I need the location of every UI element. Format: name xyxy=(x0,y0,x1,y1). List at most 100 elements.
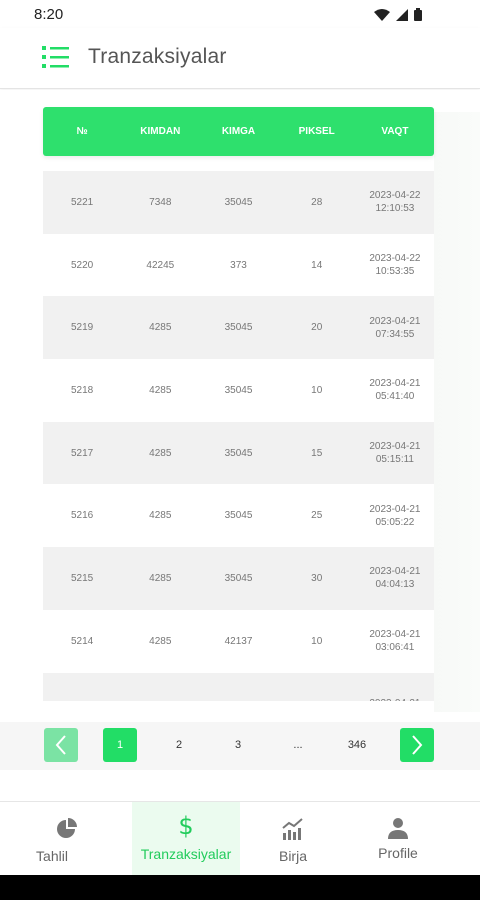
person-icon xyxy=(388,818,408,839)
bottom-navigation: Tahlil $ Tranzaksiyalar Birja Profile xyxy=(0,801,480,876)
cell-number: 5218 xyxy=(70,384,94,396)
cell-pixel: 10 xyxy=(311,384,323,396)
menu-icon[interactable] xyxy=(42,44,70,70)
cell-date-text: 2023-04-22 xyxy=(369,190,421,202)
prev-page-button[interactable] xyxy=(44,728,78,762)
app-bar: Tranzaksiyalar xyxy=(0,28,480,89)
table-row[interactable]: 5219 4285 35045 20 2023-04-21 07:34:55 xyxy=(43,296,434,360)
page-button-3[interactable]: 3 xyxy=(221,728,255,762)
cell-time: 2023-04-21 05:41:40 xyxy=(356,377,434,403)
cell-number: 5221 xyxy=(70,196,94,208)
cell-pixel: 28 xyxy=(311,196,323,208)
cell-time-text: 12:10:53 xyxy=(375,203,415,215)
column-header-from: KIMDAN xyxy=(140,126,181,137)
nav-item-tranzaksiyalar[interactable]: $ Tranzaksiyalar xyxy=(132,802,240,876)
table-row[interactable]: 5217 4285 35045 15 2023-04-21 05:15:11 xyxy=(43,421,434,485)
cell-pixel: 20 xyxy=(311,322,323,334)
cell-date-text: 2023-04-21 xyxy=(369,566,421,578)
cell-to: 35045 xyxy=(224,196,253,208)
nav-item-profile[interactable]: Profile xyxy=(350,802,480,876)
cell-time-text: 05:15:11 xyxy=(375,454,414,466)
chevron-left-icon xyxy=(55,735,66,755)
table-row[interactable]: 5218 4285 35045 10 2023-04-21 05:41:40 xyxy=(43,359,434,422)
table-row[interactable]: 5214 4285 42137 10 2023-04-21 03:06:41 xyxy=(43,610,434,673)
cell-time-text: 03:06:41 xyxy=(375,642,415,654)
cell-time: 2023-04-22 12:10:53 xyxy=(356,189,434,215)
cell-pixel: 30 xyxy=(311,572,323,584)
cell-pixel: 25 xyxy=(311,510,323,522)
cell-date-text: 2023-04-21 xyxy=(369,378,421,390)
cell-to: 35045 xyxy=(224,447,253,459)
page-button-last[interactable]: 346 xyxy=(340,728,374,762)
cell-number: 5214 xyxy=(70,635,94,647)
cell-time-text: 07:34:55 xyxy=(375,328,415,340)
cell-time: 2023-04-21 03:06:41 xyxy=(356,628,434,654)
cell-date-text: 2023-04-21 xyxy=(369,315,421,327)
cell-to: 373 xyxy=(230,259,247,271)
cell-to: 35045 xyxy=(224,384,253,396)
nav-label-tranzaksiyalar: Tranzaksiyalar xyxy=(140,846,232,862)
cell-from: 7348 xyxy=(149,196,172,208)
pagination: 1 2 3 ... 346 xyxy=(0,722,480,770)
status-icons xyxy=(374,8,422,21)
cell-time: 2023-04-21 05:05:22 xyxy=(356,503,434,529)
cell-date-text: 2023-04-21 xyxy=(369,629,421,641)
page-title: Tranzaksiyalar xyxy=(88,45,227,68)
cell-number: 5220 xyxy=(70,259,94,271)
cell-pixel: 15 xyxy=(311,447,323,459)
column-header-pixel: PIKSEL xyxy=(298,126,335,137)
cell-date-text: 2023-04-21 xyxy=(369,441,421,453)
cell-time: 2023-04-22 10:53:35 xyxy=(356,252,434,278)
background-shade xyxy=(434,112,480,712)
transactions-content: № KIMDAN KIMGA PIKSEL VAQT 5221 7348 350… xyxy=(0,90,480,800)
cell-time-text: 10:53:35 xyxy=(375,266,415,278)
cell-pixel: 10 xyxy=(311,635,323,647)
cell-date-text: 2023-04-21 xyxy=(356,697,434,701)
table-header: № KIMDAN KIMGA PIKSEL VAQT xyxy=(43,107,434,156)
status-time: 8:20 xyxy=(34,6,64,23)
column-header-time: VAQT xyxy=(381,126,409,137)
battery-icon xyxy=(414,8,422,21)
table-row[interactable]: 5215 4285 35045 30 2023-04-21 04:04:13 xyxy=(43,547,434,610)
cell-number: 5219 xyxy=(70,322,94,334)
page-ellipsis: ... xyxy=(293,739,303,751)
table-row[interactable]: 2023-04-21 xyxy=(43,672,434,701)
cell-to: 42137 xyxy=(224,635,253,647)
nav-item-tahlil[interactable]: Tahlil xyxy=(0,802,132,876)
cell-from: 4285 xyxy=(149,447,172,459)
table-row[interactable]: 5216 4285 35045 25 2023-04-21 05:05:22 xyxy=(43,484,434,547)
table-row[interactable]: 5221 7348 35045 28 2023-04-22 12:10:53 xyxy=(43,171,434,234)
cell-time: 2023-04-21 05:15:11 xyxy=(356,440,434,466)
system-navigation-bar xyxy=(0,875,480,900)
signal-icon xyxy=(396,8,408,21)
column-header-number: № xyxy=(76,126,88,137)
cell-number: 5217 xyxy=(70,447,94,459)
transactions-table[interactable]: 5221 7348 35045 28 2023-04-22 12:10:53 52… xyxy=(43,171,434,701)
column-header-to: KIMGA xyxy=(221,126,256,137)
dollar-icon: $ xyxy=(178,812,194,840)
cell-from: 4285 xyxy=(149,510,172,522)
status-bar: 8:20 xyxy=(0,0,480,28)
cell-to: 35045 xyxy=(224,322,253,334)
cell-time: 2023-04-21 04:04:13 xyxy=(356,565,434,591)
cell-from: 4285 xyxy=(149,635,172,647)
cell-to: 35045 xyxy=(224,572,253,584)
cell-time: 2023-04-21 07:34:55 xyxy=(356,315,434,341)
cell-from: 4285 xyxy=(149,384,172,396)
table-row[interactable]: 5220 42245 373 14 2023-04-22 10:53:35 xyxy=(43,234,434,297)
cell-number: 5216 xyxy=(70,510,94,522)
cell-time-text: 05:05:22 xyxy=(375,516,415,528)
cell-from: 4285 xyxy=(149,572,172,584)
cell-time-text: 04:04:13 xyxy=(375,579,415,591)
cell-pixel: 14 xyxy=(311,259,323,271)
cell-from: 42245 xyxy=(146,259,175,271)
page-button-2[interactable]: 2 xyxy=(162,728,196,762)
pie-chart-icon xyxy=(57,818,77,838)
next-page-button[interactable] xyxy=(400,728,434,762)
page-button-1[interactable]: 1 xyxy=(103,728,137,762)
nav-label-birja: Birja xyxy=(278,848,307,864)
nav-label-tahlil: Tahlil xyxy=(36,848,68,864)
cell-time-text: 05:41:40 xyxy=(375,391,415,403)
nav-item-birja[interactable]: Birja xyxy=(240,802,350,876)
nav-label-profile: Profile xyxy=(378,845,418,861)
